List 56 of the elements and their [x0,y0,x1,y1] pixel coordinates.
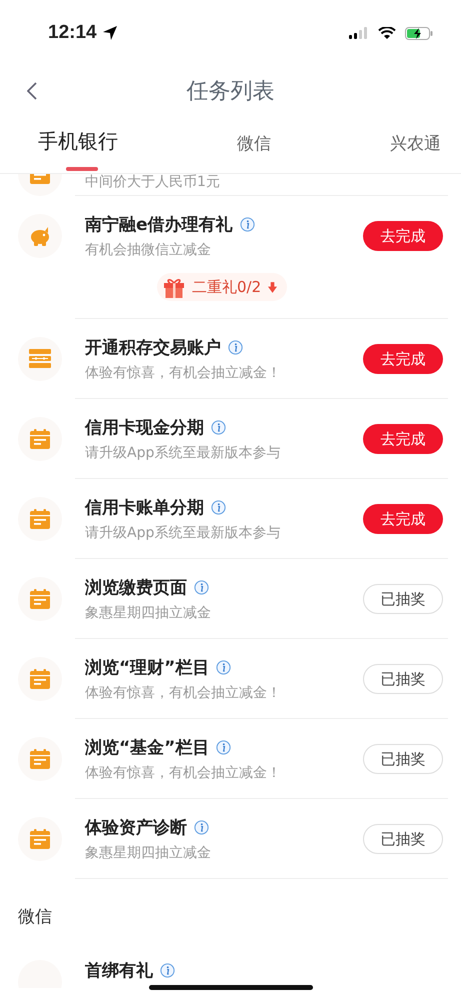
calendar-icon [30,509,50,529]
tab[interactable]: 兴农通 [390,116,441,174]
info-icon[interactable] [160,963,175,978]
info-icon[interactable] [216,740,232,755]
drawn-button[interactable]: 已抽奖 [363,744,443,774]
section-heading: 微信 [17,906,53,929]
calendar-icon [30,429,50,449]
task-description: 中间价大于人民币1元 [85,174,220,191]
complete-button[interactable]: 去完成 [363,424,443,454]
page-title: 任务列表 [186,78,274,106]
info-icon[interactable] [194,580,209,595]
drawn-button[interactable]: 已抽奖 [363,584,443,614]
task-title: 信用卡现金分期 [85,417,204,439]
task-description: 请升级App系统至最新版本参与 [85,524,280,542]
calendar-icon [30,829,50,849]
abacus-icon [29,349,51,369]
gift-badge[interactable]: 二重礼0/2 [157,273,288,301]
down-arrow-icon [268,282,278,292]
info-icon[interactable] [194,820,209,835]
calendar-icon [30,749,50,769]
info-icon[interactable] [211,500,226,515]
task-title: 首绑有礼 [85,960,153,982]
drawn-button[interactable]: 已抽奖 [363,824,443,854]
task-description: 体验有惊喜，有机会抽立减金！ [85,364,281,382]
info-icon[interactable] [228,340,243,355]
task-title: 体验资产诊断 [85,817,187,839]
status-time: 12:14 [48,22,97,44]
signal-icon [349,27,369,39]
complete-button[interactable]: 去完成 [363,221,443,251]
complete-button[interactable]: 去完成 [363,504,443,534]
info-icon[interactable] [240,217,255,232]
tab[interactable]: 手机银行 [38,116,118,174]
info-icon[interactable] [216,660,232,675]
battery-icon [405,26,433,40]
complete-button[interactable]: 去完成 [363,344,443,374]
info-icon[interactable] [211,420,226,435]
task-description: 象惠星期四抽立减金 [85,844,211,862]
task-description: 请升级App系统至最新版本参与 [85,444,280,462]
calendar-icon [30,669,50,689]
task-title: 南宁融e借办理有礼 [85,214,233,236]
task-description: 象惠星期四抽立减金 [85,604,211,622]
task-title: 信用卡账单分期 [85,497,204,519]
task-description: 体验有惊喜，有机会抽立减金！ [85,764,281,782]
task-title: 浏览缴费页面 [85,577,187,599]
location-arrow-icon [102,25,118,41]
tab[interactable]: 微信 [237,116,271,174]
task-title: 开通积存交易账户 [85,337,221,359]
task-title: 浏览“基金”栏目 [85,737,210,759]
task-description: 体验有惊喜，有机会抽立减金！ [85,684,281,702]
wifi-icon [378,26,396,40]
calendar-icon [30,589,50,609]
drawn-button[interactable]: 已抽奖 [363,664,443,694]
task-title: 浏览“理财”栏目 [85,657,210,679]
piggy-bank-icon [28,226,52,246]
task-description: 有机会抽微信立减金 [85,241,212,259]
gift-icon [163,276,185,298]
